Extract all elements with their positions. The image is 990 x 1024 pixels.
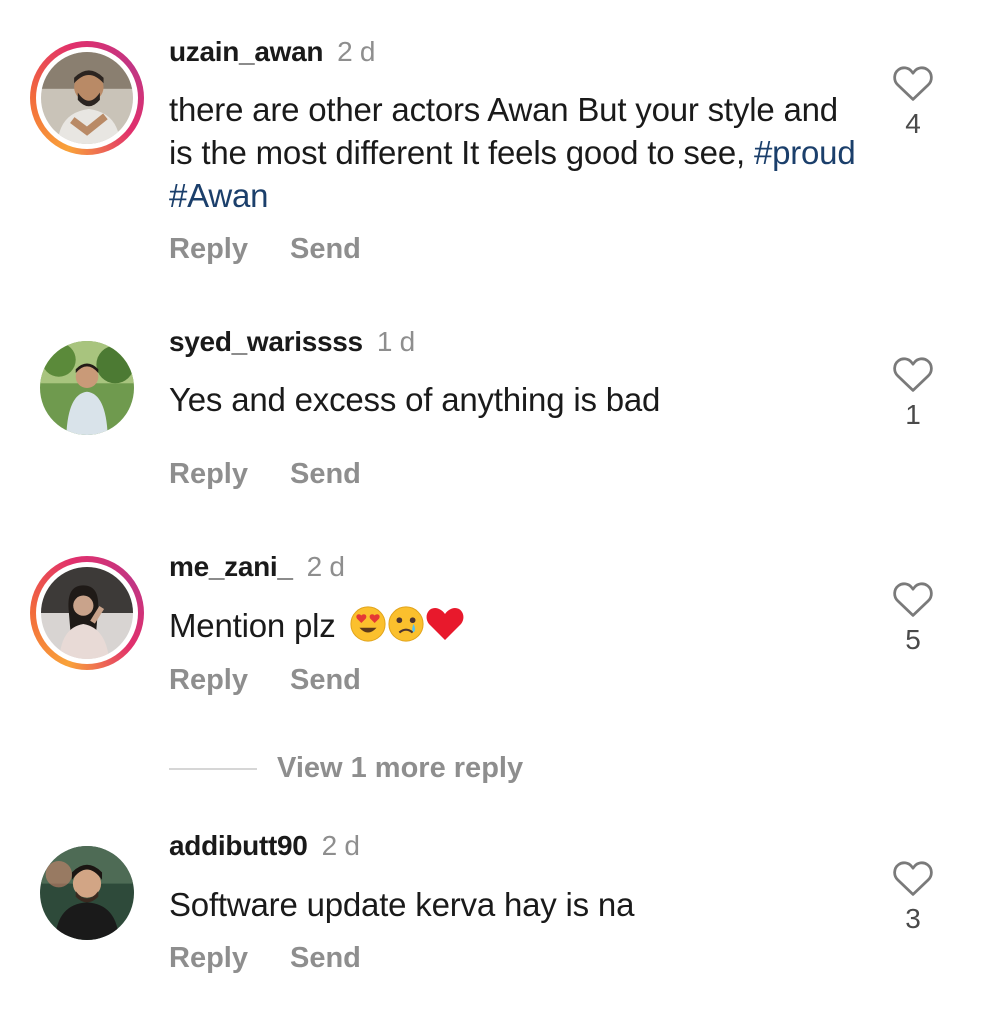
- send-button[interactable]: Send: [290, 458, 361, 490]
- thread-line: [169, 767, 257, 770]
- comment-body: there are other actors Awan But your sty…: [169, 91, 838, 171]
- avatar-image: [41, 52, 133, 144]
- avatar: [40, 846, 134, 940]
- heart-outline-icon[interactable]: [892, 64, 934, 102]
- avatar-image: [40, 341, 134, 435]
- avatar-story-ring[interactable]: [30, 41, 144, 155]
- like-control: 3: [884, 859, 942, 935]
- comment-body: Mention plz: [169, 607, 336, 644]
- send-button[interactable]: Send: [290, 233, 361, 265]
- send-button[interactable]: Send: [290, 664, 361, 696]
- avatar: [41, 567, 133, 659]
- heart-outline-icon[interactable]: [892, 580, 934, 618]
- heart-outline-icon[interactable]: [892, 859, 934, 897]
- avatar-image: [41, 567, 133, 659]
- avatar-container[interactable]: [30, 331, 144, 445]
- like-count: 5: [905, 624, 921, 655]
- like-count: 1: [905, 399, 921, 430]
- comment-time: 2 d: [337, 36, 376, 67]
- like-control: 5: [884, 580, 942, 656]
- comment-actions: Reply Send: [169, 942, 361, 975]
- avatar-image: [40, 846, 134, 940]
- reply-button[interactable]: Reply: [169, 664, 248, 696]
- like-count: 4: [905, 108, 921, 139]
- reply-button[interactable]: Reply: [169, 233, 248, 265]
- username[interactable]: addibutt90: [169, 830, 308, 861]
- username[interactable]: uzain_awan: [169, 36, 323, 67]
- like-count: 3: [905, 903, 921, 934]
- view-more-replies[interactable]: View 1 more reply: [169, 752, 523, 785]
- comment-body: Software update kerva hay is na: [169, 886, 635, 923]
- crying-emoji: [387, 606, 424, 642]
- comment-text: Software update kerva hay is na: [169, 883, 859, 926]
- comment-text: Mention plz: [169, 604, 859, 647]
- comment-header: me_zani_ 2 d: [169, 551, 345, 583]
- comment-actions: Reply Send: [169, 233, 361, 266]
- heart-outline-icon[interactable]: [892, 355, 934, 393]
- like-control: 4: [884, 64, 942, 140]
- comment-actions: Reply Send: [169, 458, 361, 491]
- comment-header: syed_warissss 1 d: [169, 326, 415, 358]
- comment-time: 2 d: [321, 830, 360, 861]
- send-button[interactable]: Send: [290, 942, 361, 974]
- like-control: 1: [884, 355, 942, 431]
- comment-header: uzain_awan 2 d: [169, 36, 376, 68]
- comment-header: addibutt90 2 d: [169, 830, 360, 862]
- comment-time: 1 d: [376, 326, 415, 357]
- comment-text: Yes and excess of anything is bad: [169, 378, 859, 421]
- reply-button[interactable]: Reply: [169, 458, 248, 490]
- red-heart-emoji: [426, 608, 463, 640]
- comment-time: 2 d: [306, 551, 345, 582]
- comment-text: there are other actors Awan But your sty…: [169, 88, 859, 217]
- avatar-container[interactable]: [30, 836, 144, 950]
- reply-button[interactable]: Reply: [169, 942, 248, 974]
- comment-actions: Reply Send: [169, 664, 361, 697]
- heart-eyes-emoji: [349, 606, 386, 642]
- avatar-story-ring[interactable]: [30, 556, 144, 670]
- view-more-replies-label: View 1 more reply: [277, 752, 524, 784]
- username[interactable]: me_zani_: [169, 551, 293, 582]
- username[interactable]: syed_warissss: [169, 326, 363, 357]
- avatar: [41, 52, 133, 144]
- comment-body: Yes and excess of anything is bad: [169, 381, 661, 418]
- avatar: [40, 341, 134, 435]
